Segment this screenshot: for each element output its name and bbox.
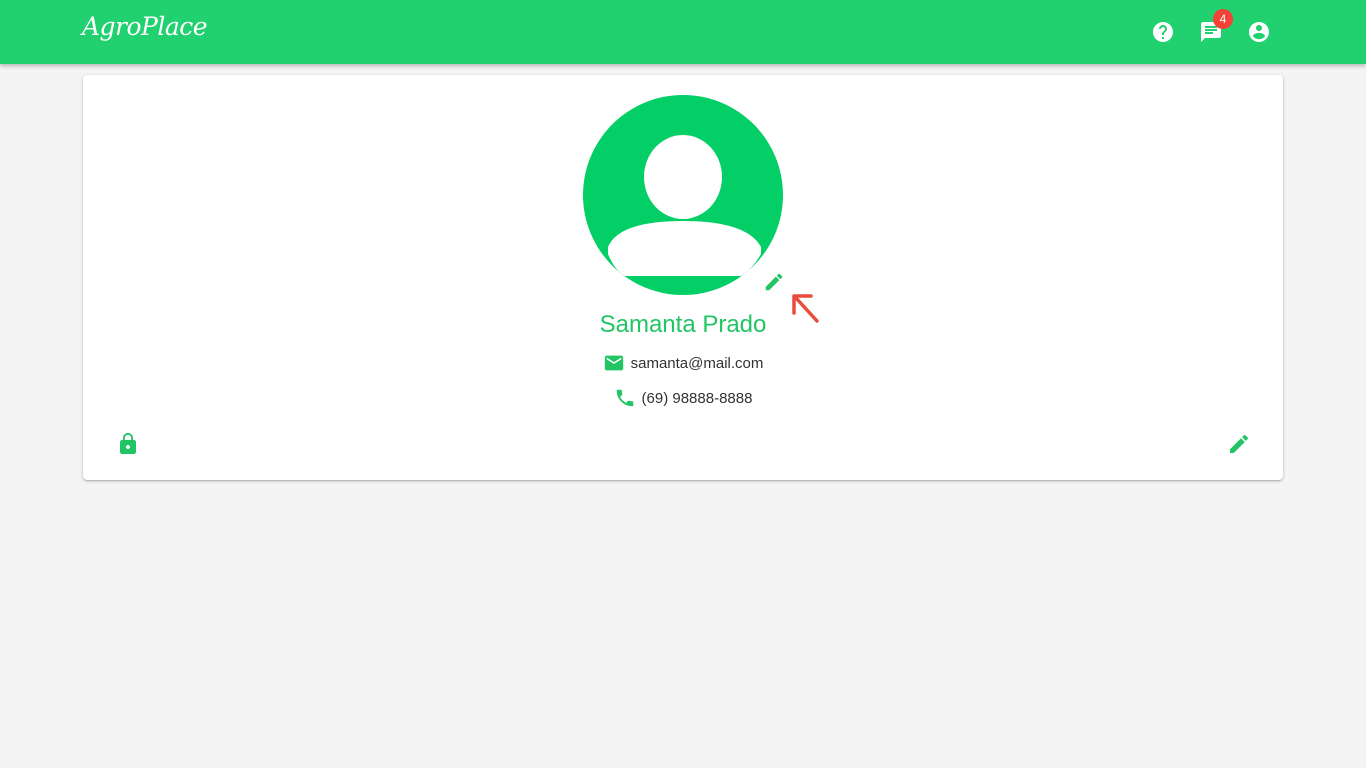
- phone-icon: [614, 387, 636, 409]
- email-row: samanta@mail.com: [83, 352, 1283, 374]
- help-icon[interactable]: [1151, 20, 1175, 44]
- notification-badge: 4: [1213, 9, 1233, 29]
- phone-text: (69) 98888-8888: [641, 389, 753, 407]
- avatar: [583, 95, 783, 295]
- change-password-lock-icon[interactable]: [116, 432, 140, 456]
- edit-profile-pencil-icon[interactable]: [1227, 432, 1251, 456]
- profile-card: Samanta Prado samanta@mail.com (69) 9888…: [83, 75, 1283, 480]
- email-text: samanta@mail.com: [630, 354, 764, 372]
- email-icon: [603, 352, 625, 374]
- top-app-bar: AgroPlace 4: [0, 0, 1366, 64]
- phone-row: (69) 98888-8888: [83, 387, 1283, 409]
- edit-photo-button[interactable]: [763, 271, 787, 295]
- app-logo[interactable]: AgroPlace: [82, 12, 208, 41]
- account-icon[interactable]: [1247, 20, 1271, 44]
- profile-name: Samanta Prado: [599, 311, 767, 338]
